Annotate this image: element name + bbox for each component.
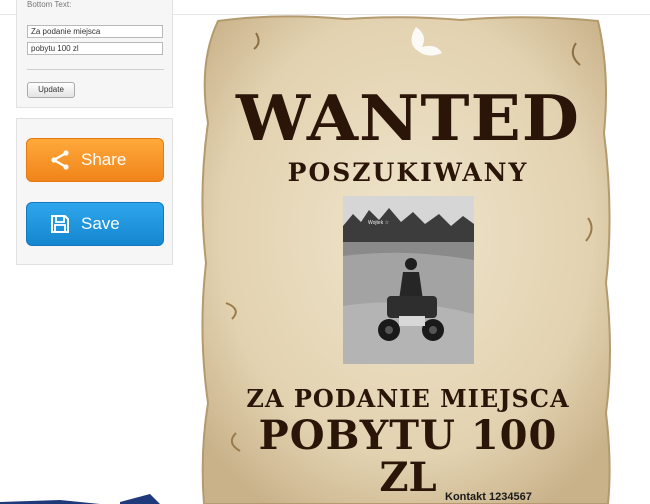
bottom-text-label: Bottom Text: <box>27 0 72 9</box>
action-panel: Share Save <box>16 118 173 265</box>
poster-contact: Kontakt 1234567 <box>445 491 532 503</box>
floppy-disk-icon <box>49 213 71 235</box>
wanted-poster: WANTED POSZUKIWANY Wojtek ☆ ZA PODANIE M… <box>196 13 620 504</box>
poster-bottom-line3: ZL <box>379 454 437 501</box>
form-divider <box>27 69 164 70</box>
poster-title: WANTED <box>235 80 581 156</box>
save-button[interactable]: Save <box>26 202 164 246</box>
poster-bottom-line1: ZA PODANIE MIEJSCA <box>246 384 570 413</box>
share-button-label: Share <box>81 150 127 169</box>
poster-bottom-line2: POBYTU 100 <box>258 412 558 459</box>
update-button[interactable]: Update <box>27 82 75 98</box>
share-icon <box>49 149 71 171</box>
bottom-stripe-graphic <box>0 494 160 504</box>
share-button[interactable]: Share <box>26 138 164 182</box>
bottom-text-form: Bottom Text: Update <box>16 0 173 108</box>
photo-caption: Wojtek ☆ <box>368 220 390 226</box>
bottom-text-line2-input[interactable] <box>27 42 163 55</box>
bottom-text-line1-input[interactable] <box>27 25 163 38</box>
poster-subtitle: POSZUKIWANY <box>287 158 529 187</box>
save-button-label: Save <box>81 214 120 233</box>
wanted-photo <box>343 196 474 364</box>
